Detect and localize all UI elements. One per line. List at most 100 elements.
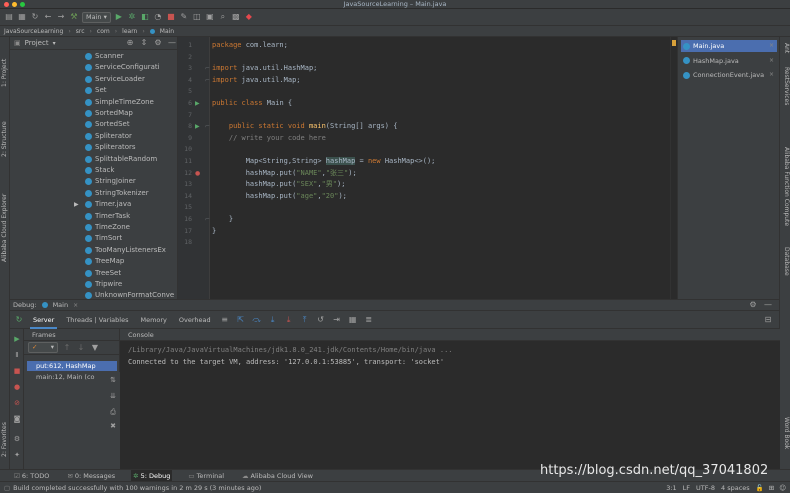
tab-memory[interactable]: Memory [137,311,169,329]
profile-icon[interactable]: ◔ [153,12,163,22]
code-line[interactable]: Map<String,String> hashMap = new HashMap… [212,156,435,167]
project-tree-item[interactable]: Stack [74,165,114,176]
mute-breakpoints-icon[interactable]: ⊘ [13,399,21,407]
line-number[interactable]: 4 [178,75,192,86]
line-number[interactable]: 13 [178,179,192,190]
project-view-select[interactable]: Project [25,39,49,47]
git-icon[interactable]: ⊞ [769,484,774,492]
run-gutter-icon[interactable]: ▶ [195,98,200,109]
code-line[interactable]: package com.learn; [212,40,288,51]
project-tree-item[interactable]: ServiceConfigurati [74,62,160,73]
pause-icon[interactable]: Ⅱ [13,351,21,359]
close-icon[interactable]: × [769,69,774,81]
stop-icon[interactable]: ■ [166,12,176,22]
lock-icon[interactable]: 🔓 [756,484,764,492]
project-tree-item[interactable]: Scanner [74,51,124,62]
trash-icon[interactable]: ✖ [109,422,117,430]
open-folder-icon[interactable]: ▤ [4,12,14,22]
tab-overhead[interactable]: Overhead [176,311,214,329]
recent-file-item[interactable]: Main.java × [681,40,777,52]
line-number[interactable]: 3 [178,63,192,74]
rest-services-tool-tab[interactable]: RestServices [783,67,790,105]
minimize-panel-icon[interactable]: — [763,300,773,310]
code-line[interactable]: hashMap.put("age","20"); [212,191,347,202]
restore-layout-icon[interactable]: ⊟ [763,315,773,325]
project-tree-item[interactable]: ServiceLoader [74,74,145,85]
resume-icon[interactable]: ▶ [13,335,21,343]
status-message[interactable]: Build completed successfully with 100 wa… [13,484,261,492]
editor-scrollbar[interactable] [670,37,677,299]
line-number[interactable]: 7 [178,110,192,121]
project-tree-item[interactable]: TimSort [74,233,122,244]
line-number[interactable]: 5 [178,86,192,97]
step-over-icon[interactable]: ⤼ [252,315,262,325]
save-icon[interactable]: ▦ [17,12,27,22]
tab-threads-variables[interactable]: Threads | Variables [63,311,131,329]
line-number[interactable]: 2 [178,52,192,63]
forward-icon[interactable]: → [56,12,66,22]
force-step-into-icon[interactable]: ⤓ [284,315,294,325]
project-tool-tab[interactable]: 1: Project [1,59,8,87]
database-tool-tab[interactable]: Database [783,247,790,276]
ant-tool-tab[interactable]: Ant [783,43,790,53]
line-number[interactable]: 17 [178,226,192,237]
line-number[interactable]: 16 [178,214,192,225]
sync-icon[interactable]: ↻ [30,12,40,22]
plugin-red-icon[interactable]: ◆ [244,12,254,22]
thread-select[interactable]: ✓ ▾ [28,342,58,353]
code-line[interactable]: public static void main(String[] args) { [212,121,398,132]
project-tree-item[interactable]: ▶ Timer.java [74,199,131,210]
code-editor[interactable]: package com.learn; import java.util.HashM… [210,37,670,299]
run-to-cursor-icon[interactable]: ⇥ [332,315,342,325]
project-tree-item[interactable]: Spliterators [74,142,136,153]
word-book-tool-tab[interactable]: Word Book [783,417,790,449]
line-separator[interactable]: LF [683,484,690,492]
recent-file-item[interactable]: HashMap.java × [681,55,777,67]
stack-frame-item[interactable]: main:12, Main (co [27,372,117,382]
line-number[interactable]: 14 [178,191,192,202]
down-icon[interactable]: ↓ [76,343,86,353]
recent-file-item[interactable]: ConnectionEvent.java × [681,69,777,81]
breadcrumb-main[interactable]: Main [160,28,174,35]
line-number[interactable]: 15 [178,202,192,213]
console-line[interactable]: /Library/Java/JavaVirtualMachines/jdk1.8… [128,345,453,356]
run-configuration-select[interactable]: Main ▾ [82,11,111,23]
structure-tool-tab[interactable]: 2: Structure [1,121,8,157]
breadcrumb-learn[interactable]: learn [122,28,137,35]
code-line[interactable]: hashMap.put("NAME","张三"); [212,168,357,179]
line-number[interactable]: 12 [178,168,192,179]
view-breakpoints-icon[interactable]: ● [13,383,21,391]
menu-icon[interactable]: ≡ [220,315,230,325]
drop-frame-icon[interactable]: ↺ [316,315,326,325]
line-number[interactable]: 1 [178,40,192,51]
code-line[interactable]: import java.util.Map; [212,75,301,86]
gear-icon[interactable]: ⚙ [13,435,21,443]
project-tree-item[interactable]: Set [74,85,107,96]
bottom-tab[interactable]: ▭ Terminal [186,470,226,482]
search-icon[interactable]: ⌕ [218,12,228,22]
project-tree-item[interactable]: SimpleTimeZone [74,97,154,108]
tab-server[interactable]: Server [30,311,58,329]
code-line[interactable]: } [212,214,233,225]
code-line[interactable]: // write your code here [212,133,326,144]
project-tree-item[interactable]: TimeZone [74,222,130,233]
show-execution-point-icon[interactable]: ⇱ [236,315,246,325]
back-icon[interactable]: ← [43,12,53,22]
project-tree-item[interactable]: TooManyListenersEx [74,245,166,256]
indent-setting[interactable]: 4 spaces [721,484,750,492]
step-into-icon[interactable]: ⤓ [268,315,278,325]
evaluate-icon[interactable]: ▦ [348,315,358,325]
line-number[interactable]: 6 [178,98,192,109]
project-structure-icon[interactable]: ◫ [192,12,202,22]
locate-icon[interactable]: ⊕ [125,38,135,48]
breadcrumb-project[interactable]: JavaSourceLearning [4,28,63,35]
breadcrumb-src[interactable]: src [76,28,85,35]
gear-icon[interactable]: ⚙ [748,300,758,310]
project-tree-item[interactable]: TreeSet [74,268,121,279]
coverage-icon[interactable]: ◧ [140,12,150,22]
code-line[interactable]: } [212,226,216,237]
line-number[interactable]: 18 [178,237,192,248]
chevron-down-icon[interactable]: ▾ [53,40,56,47]
project-tree-item[interactable]: TreeMap [74,256,124,267]
expand-arrow-icon[interactable]: ▶ [74,199,82,210]
